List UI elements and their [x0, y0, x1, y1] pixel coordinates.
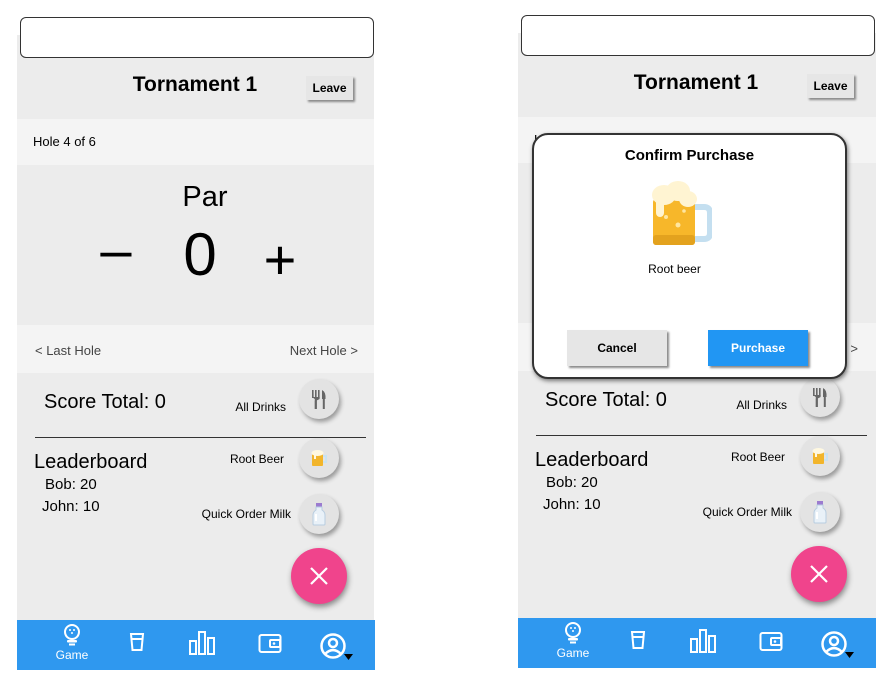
all-drinks-label: All Drinks: [736, 398, 787, 412]
tab-leaderboard[interactable]: [187, 620, 217, 670]
cup-icon: [630, 631, 646, 649]
close-icon: [810, 565, 828, 583]
leaderboard-entry: Bob: 20: [45, 476, 97, 493]
quick-order-milk-label: Quick Order Milk: [201, 507, 291, 521]
tab-game-label: Game: [55, 648, 89, 662]
decrement-button[interactable]: –: [86, 222, 146, 278]
tab-leaderboard[interactable]: [688, 618, 718, 668]
leave-button[interactable]: Leave: [807, 74, 854, 98]
all-drinks-button[interactable]: [299, 379, 339, 419]
hole-score-value: 0: [183, 221, 217, 288]
next-hole-link[interactable]: Next Hole >: [290, 343, 358, 358]
score-total: Score Total: 0: [44, 391, 166, 413]
screen-game: Tornament 1 Leave Hole 4 of 6 Par – 0 + …: [0, 0, 380, 687]
leaderboard-entry: John: 10: [543, 496, 601, 513]
all-drinks-button[interactable]: [800, 377, 840, 417]
score-total: Score Total: 0: [545, 389, 667, 411]
utensils-icon: [312, 390, 326, 409]
increment-button[interactable]: +: [250, 232, 310, 288]
root-beer-label: Root Beer: [229, 452, 284, 466]
milk-bottle-icon: [813, 501, 827, 524]
tab-game[interactable]: Game: [548, 618, 598, 668]
tab-wallet[interactable]: [756, 618, 786, 668]
tab-game[interactable]: Game: [47, 620, 97, 670]
top-input-box[interactable]: [20, 17, 374, 58]
tab-wallet[interactable]: [255, 620, 285, 670]
close-fab-button[interactable]: [791, 546, 847, 602]
leaderboard-entry: Bob: 20: [546, 474, 598, 491]
beer-mug-icon: [652, 181, 712, 245]
cancel-button[interactable]: Cancel: [567, 330, 667, 366]
quick-order-milk-button[interactable]: [800, 492, 840, 532]
bar-chart-icon: [189, 631, 215, 655]
hole-nav-band: < Last Hole Next Hole >: [17, 325, 374, 373]
cup-icon: [129, 633, 145, 651]
golf-ball-icon: [565, 622, 581, 644]
close-fab-button[interactable]: [291, 548, 347, 604]
hole-band: Hole 4 of 6: [17, 119, 374, 165]
wallet-icon: [759, 632, 783, 651]
tab-profile[interactable]: [317, 620, 357, 670]
close-icon: [310, 567, 328, 585]
page-title: Tornament 1: [132, 73, 258, 96]
dialog-title: Confirm Purchase: [624, 147, 755, 164]
beer-mug-icon: [812, 448, 828, 464]
leaderboard-entry: John: 10: [42, 498, 100, 515]
page-title: Tornament 1: [633, 71, 759, 94]
quick-order-milk-button[interactable]: [299, 494, 339, 534]
utensils-icon: [813, 388, 827, 407]
top-input-box[interactable]: [521, 15, 875, 56]
leaderboard-title: Leaderboard: [34, 451, 148, 473]
last-hole-link[interactable]: < Last Hole: [35, 343, 101, 358]
leaderboard-title: Leaderboard: [535, 449, 649, 471]
chevron-down-icon: [845, 652, 854, 658]
milk-bottle-icon: [312, 503, 326, 526]
leave-button[interactable]: Leave: [306, 76, 353, 100]
root-beer-button[interactable]: [800, 436, 840, 476]
confirm-purchase-dialog: Confirm Purchase Root beer Cancel Purcha…: [532, 133, 847, 379]
all-drinks-label: All Drinks: [235, 400, 286, 414]
account-circle-icon: [320, 633, 353, 660]
wallet-icon: [258, 634, 282, 653]
tab-drinks[interactable]: [122, 620, 152, 670]
tab-profile[interactable]: [818, 618, 858, 668]
root-beer-label: Root Beer: [730, 450, 785, 464]
beer-mug-icon: [311, 450, 327, 466]
bar-chart-icon: [690, 629, 716, 653]
screen-confirm-purchase: Tornament 1 Leave H > Score Total: 0 Lea…: [501, 0, 893, 687]
hole-indicator: Hole 4 of 6: [33, 134, 96, 149]
dialog-item-name: Root beer: [648, 262, 701, 276]
next-hole-link[interactable]: >: [850, 341, 858, 356]
chevron-down-icon: [344, 654, 353, 660]
par-label: Par: [182, 181, 228, 213]
tab-game-label: Game: [556, 646, 590, 660]
root-beer-button[interactable]: [299, 438, 339, 478]
quick-order-milk-label: Quick Order Milk: [702, 505, 792, 519]
purchase-button[interactable]: Purchase: [708, 330, 808, 366]
tab-drinks[interactable]: [623, 618, 653, 668]
account-circle-icon: [821, 631, 854, 658]
golf-ball-icon: [64, 624, 80, 646]
bottom-tab-bar: Game: [17, 620, 375, 670]
bottom-tab-bar: Game: [518, 618, 876, 668]
